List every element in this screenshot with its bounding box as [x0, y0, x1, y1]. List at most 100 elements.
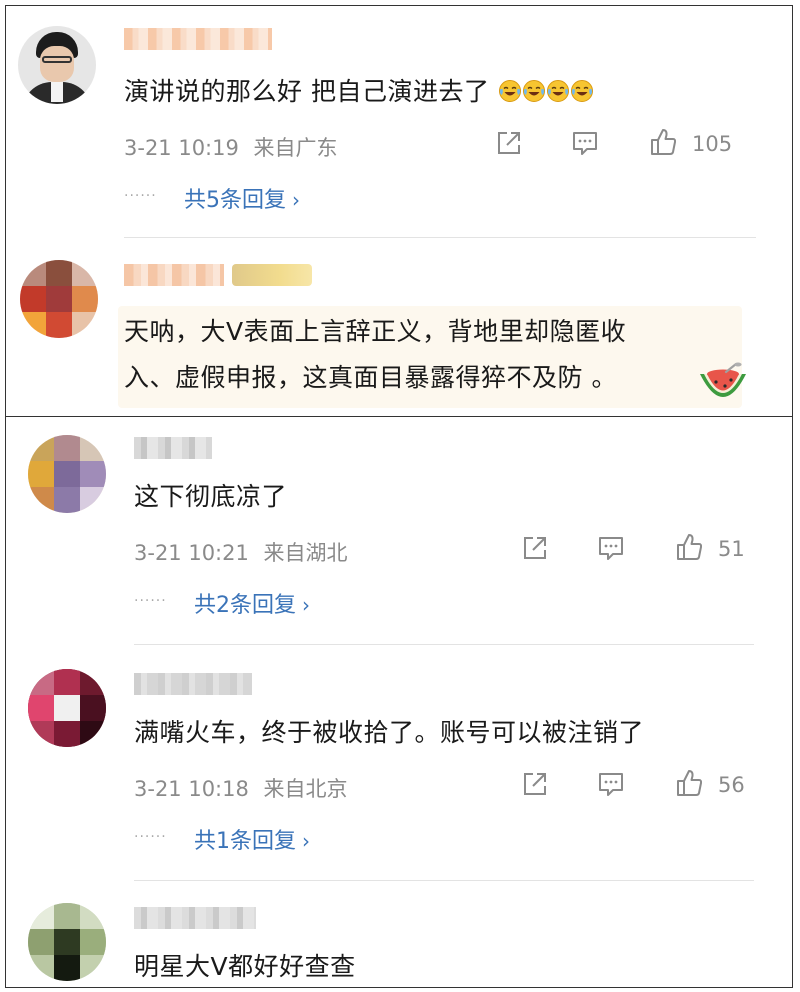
avatar-pixel [54, 461, 80, 487]
divider [134, 880, 754, 881]
avatar-shirt [51, 82, 63, 102]
chevron-right-icon: › [302, 829, 310, 853]
view-replies-link[interactable]: 共5条回复 › [184, 182, 300, 214]
comment-text: 这下彻底凉了 [134, 482, 288, 511]
avatar-pixel [28, 669, 54, 695]
avatar-pixel [80, 669, 106, 695]
username-redacted[interactable] [134, 437, 212, 459]
username-redacted[interactable] [134, 907, 256, 929]
crying-laughing-emoji-icon [522, 77, 546, 106]
comment-icon[interactable] [570, 128, 600, 158]
avatar-pixel [54, 721, 80, 747]
divider [134, 644, 754, 645]
avatar-pixel [72, 312, 98, 338]
avatar-glasses [42, 56, 72, 63]
avatar[interactable] [28, 435, 106, 513]
avatar-pixel [28, 695, 54, 721]
chevron-right-icon: › [302, 593, 310, 617]
avatar-pixel [80, 903, 106, 929]
username-redacted[interactable] [134, 673, 252, 695]
like-count: 51 [718, 537, 745, 561]
avatar-pixel [80, 695, 106, 721]
share-icon[interactable] [494, 128, 524, 158]
username-redacted[interactable] [124, 264, 224, 286]
avatar-pixel [54, 669, 80, 695]
avatar-pixel [28, 955, 54, 981]
thumbs-up-icon[interactable] [674, 768, 704, 798]
avatar-pixel [80, 955, 106, 981]
crying-laughing-emoji-icon [498, 77, 522, 106]
comment-date: 3-21 10:19 [124, 136, 239, 160]
reply-count: 共1条回复 [194, 829, 296, 854]
avatar-pixel [80, 461, 106, 487]
avatar-pixel [28, 903, 54, 929]
avatar-pixel [80, 435, 106, 461]
share-icon[interactable] [520, 769, 550, 799]
avatar-pixel [80, 721, 106, 747]
comment-meta: 3-21 10:19 来自广东 [124, 132, 338, 162]
username-redacted[interactable] [124, 28, 272, 50]
avatar-pixel [20, 260, 46, 286]
comment-date: 3-21 10:21 [134, 541, 249, 565]
comment-location: 来自广东 [253, 136, 338, 160]
avatar-pixel [20, 286, 46, 312]
crying-laughing-emoji-icon [570, 77, 594, 106]
comment-text: 明星大V都好好查查 [134, 952, 356, 981]
comment-panel-top: 演讲说的那么好 把自己演进去了 3-21 10:19 来自广东 105 ····… [5, 5, 793, 417]
avatar[interactable] [18, 26, 96, 104]
comment-text: 演讲说的那么好 把自己演进去了 [124, 72, 594, 108]
divider [124, 237, 756, 238]
avatar[interactable] [28, 903, 106, 981]
avatar-pixel [28, 461, 54, 487]
avatar-pixel [54, 695, 80, 721]
avatar-pixel [28, 929, 54, 955]
share-icon[interactable] [520, 533, 550, 563]
comment-text: 满嘴火车，终于被收拾了。账号可以被注销了 [134, 718, 645, 747]
avatar-pixel [72, 260, 98, 286]
comment-meta: 3-21 10:21 来自湖北 [134, 537, 348, 567]
reply-dots: ······ [134, 829, 167, 845]
thumbs-up-icon[interactable] [648, 127, 678, 157]
like-count: 105 [692, 132, 733, 156]
comment-date: 3-21 10:18 [134, 777, 249, 801]
avatar-pixel [28, 721, 54, 747]
comment-panel-bottom: 这下彻底凉了 3-21 10:21 来自湖北 51 ······ 共2条回复 › … [5, 416, 793, 988]
avatar-pixel [46, 260, 72, 286]
comment-icon[interactable] [596, 533, 626, 563]
avatar-pixel [54, 487, 80, 513]
avatar-pixel [28, 435, 54, 461]
comment-location: 来自湖北 [263, 541, 348, 565]
vip-badge-icon [232, 264, 312, 286]
comment-meta: 3-21 10:18 来自北京 [134, 773, 348, 803]
avatar[interactable] [20, 260, 98, 338]
avatar-pixel [54, 929, 80, 955]
chevron-right-icon: › [292, 188, 300, 212]
avatar-pixel [54, 435, 80, 461]
crying-laughing-emoji-icon [546, 77, 570, 106]
avatar-pixel [54, 955, 80, 981]
thumbs-up-icon[interactable] [674, 532, 704, 562]
comment-text-line2: 入、虚假申报，这真面目暴露得猝不及防 。 [124, 363, 617, 392]
reply-dots: ······ [124, 188, 157, 204]
avatar-pixel [80, 487, 106, 513]
avatar-pixel [80, 929, 106, 955]
avatar-face [40, 46, 74, 82]
avatar-pixel [28, 487, 54, 513]
avatar[interactable] [28, 669, 106, 747]
comment-location: 来自北京 [263, 777, 348, 801]
avatar-pixel [46, 312, 72, 338]
view-replies-link[interactable]: 共2条回复 › [194, 587, 310, 619]
comment-icon[interactable] [596, 769, 626, 799]
avatar-pixel [54, 903, 80, 929]
reply-dots: ······ [134, 593, 167, 609]
avatar-pixel [46, 286, 72, 312]
avatar-pixel [20, 312, 46, 338]
like-count: 56 [718, 773, 745, 797]
reply-count: 共5条回复 [184, 188, 286, 213]
comment-text-line1: 天呐，大V表面上言辞正义，背地里却隐匿收 [124, 317, 627, 346]
view-replies-link[interactable]: 共1条回复 › [194, 823, 310, 855]
reply-count: 共2条回复 [194, 593, 296, 618]
comment-text-body: 演讲说的那么好 把自己演进去了 [124, 77, 490, 106]
watermelon-sticker-icon [696, 362, 750, 414]
avatar-pixel [72, 286, 98, 312]
